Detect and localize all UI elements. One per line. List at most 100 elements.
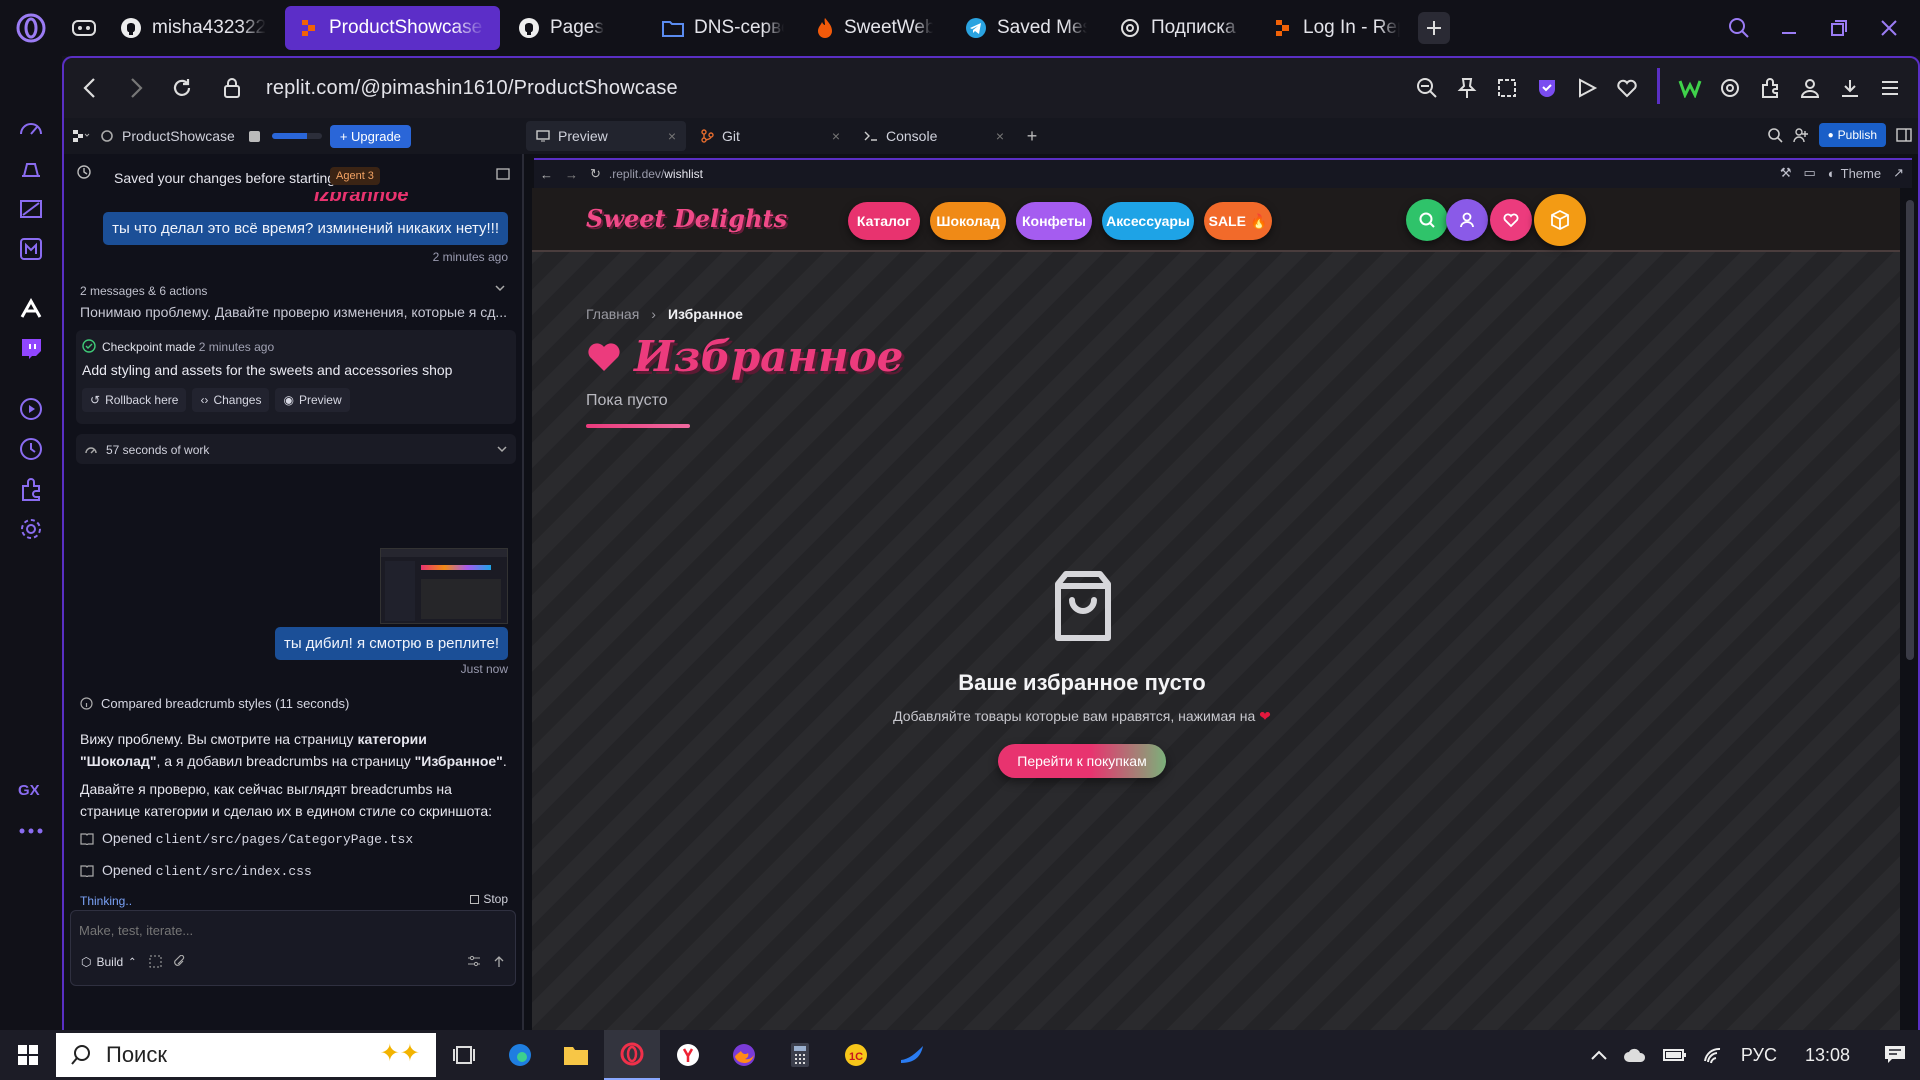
nav-candies[interactable]: Конфеты xyxy=(1016,202,1092,240)
opened-file-row[interactable]: Opened client/src/index.css xyxy=(80,862,312,879)
workspace-icon[interactable] xyxy=(14,152,48,186)
shield-icon[interactable] xyxy=(1531,68,1563,108)
rollback-button[interactable]: ↺ Rollback here xyxy=(82,388,187,412)
project-name[interactable]: ProductShowcase xyxy=(122,128,235,144)
opera-gx-logo-icon[interactable] xyxy=(0,0,62,56)
zoom-out-icon[interactable] xyxy=(1411,68,1443,108)
history-clock-icon[interactable] xyxy=(14,432,48,466)
select-element-icon[interactable] xyxy=(149,955,162,968)
nav-catalog[interactable]: Каталог xyxy=(848,202,920,240)
preview-forward-icon[interactable]: → xyxy=(565,167,578,182)
mail-m-icon[interactable] xyxy=(14,232,48,266)
build-mode-button[interactable]: ⬡ Build ⌃ xyxy=(81,955,137,969)
notifications-icon[interactable] xyxy=(1884,1045,1906,1065)
preview-back-icon[interactable]: ← xyxy=(540,167,553,182)
browser-tab-telegram[interactable]: Saved Messages xyxy=(951,6,1101,50)
minimize-icon[interactable] xyxy=(1768,8,1810,48)
action-compared-row[interactable]: Compared breadcrumb styles (11 seconds) xyxy=(80,696,349,711)
search-icon[interactable] xyxy=(1406,199,1448,241)
tab-git[interactable]: Git × xyxy=(690,121,850,151)
site-logo[interactable]: Sweet Delights xyxy=(586,204,787,233)
settings-gear-icon[interactable] xyxy=(14,512,48,546)
opened-file-row[interactable]: Opened client/src/pages/CategoryPage.tsx xyxy=(80,830,413,847)
preview-checkpoint-button[interactable]: ◉ Preview xyxy=(275,388,350,412)
w-extension-icon[interactable] xyxy=(1674,68,1706,108)
replit-menu-icon[interactable] xyxy=(64,118,98,154)
twitch-icon[interactable] xyxy=(14,332,48,366)
lock-icon[interactable] xyxy=(212,68,252,108)
browser-tab-pages[interactable]: Pages xyxy=(504,6,644,50)
browser-tab-replit-login[interactable]: Log In - Replit xyxy=(1259,6,1414,50)
devtools-wrench-icon[interactable]: ⚒ xyxy=(1780,165,1792,181)
wifi-icon[interactable] xyxy=(1703,1046,1725,1064)
preview-url[interactable]: .replit.dev/wishlist xyxy=(609,167,703,181)
stop-button[interactable]: Stop xyxy=(470,892,508,906)
new-tab-plus-icon[interactable] xyxy=(1418,12,1450,44)
browser-tab-github[interactable]: misha432322 xyxy=(106,6,281,50)
restore-icon[interactable] xyxy=(1818,8,1860,48)
send-icon[interactable] xyxy=(1571,68,1603,108)
1c-icon[interactable]: 1C xyxy=(828,1030,884,1080)
nav-sale[interactable]: SALE 🔥 xyxy=(1204,202,1272,240)
nav-accessories[interactable]: Аксессуары xyxy=(1102,202,1194,240)
work-duration-row[interactable]: 57 seconds of work xyxy=(76,434,516,464)
preview-reload-icon[interactable]: ↻ xyxy=(590,166,601,182)
tab-preview[interactable]: Preview × xyxy=(526,121,686,151)
calculator-icon[interactable] xyxy=(772,1030,828,1080)
search-icon[interactable] xyxy=(1767,127,1783,143)
favorites-heart-icon[interactable] xyxy=(1490,199,1532,241)
snapshot-icon[interactable] xyxy=(1491,68,1523,108)
close-icon[interactable] xyxy=(1868,8,1910,48)
add-tab-plus-icon[interactable]: + xyxy=(1018,121,1046,151)
collapsed-actions-title[interactable]: 2 messages & 6 actions xyxy=(80,284,207,298)
yandex-browser-icon[interactable] xyxy=(660,1030,716,1080)
history-icon[interactable] xyxy=(76,164,92,180)
user-icon[interactable] xyxy=(1446,199,1488,241)
download-icon[interactable] xyxy=(1834,68,1866,108)
close-tab-icon[interactable]: × xyxy=(832,128,840,144)
settings-sliders-icon[interactable] xyxy=(467,955,481,967)
puzzle-icon[interactable] xyxy=(1754,68,1786,108)
file-explorer-icon[interactable] xyxy=(548,1030,604,1080)
browser-tab-openai[interactable]: Подписка КС xyxy=(1105,6,1255,50)
theme-button[interactable]: ◐ Theme xyxy=(1828,166,1881,181)
app-swoosh-icon[interactable] xyxy=(884,1030,940,1080)
upgrade-button[interactable]: + Upgrade xyxy=(329,124,411,148)
chevron-down-icon[interactable] xyxy=(494,282,506,294)
gx-label[interactable]: GX xyxy=(18,782,40,799)
gamepad-icon[interactable] xyxy=(62,0,106,56)
menu-icon[interactable] xyxy=(1874,68,1906,108)
cart-box-icon[interactable] xyxy=(1534,194,1586,246)
breadcrumb-home[interactable]: Главная xyxy=(586,306,639,322)
aria-ai-icon[interactable] xyxy=(14,292,48,326)
profile-icon[interactable] xyxy=(1794,68,1826,108)
forward-arrow-icon[interactable] xyxy=(116,68,156,108)
devices-icon[interactable]: ▭ xyxy=(1803,165,1815,181)
invite-user-icon[interactable] xyxy=(1792,127,1809,143)
attach-paperclip-icon[interactable] xyxy=(173,955,186,968)
task-view-icon[interactable] xyxy=(436,1030,492,1080)
language-indicator[interactable]: РУС xyxy=(1741,1045,1777,1066)
changes-button[interactable]: ‹› Changes xyxy=(192,388,270,412)
player-icon[interactable] xyxy=(14,392,48,426)
stop-square-icon[interactable] xyxy=(248,130,260,142)
tab-console[interactable]: Console × xyxy=(854,121,1014,151)
send-arrow-up-icon[interactable] xyxy=(493,955,505,968)
back-arrow-icon[interactable] xyxy=(70,68,110,108)
battery-icon[interactable] xyxy=(1662,1047,1687,1063)
preview-scrollbar[interactable] xyxy=(1906,200,1914,660)
mod-editor-icon[interactable] xyxy=(14,192,48,226)
url-text[interactable]: replit.com/@pimashin1610/ProductShowcase xyxy=(266,77,678,100)
open-external-icon[interactable]: ↗ xyxy=(1893,165,1904,181)
browser-tab-replit-active[interactable]: ProductShowcase - Replit xyxy=(285,6,500,50)
close-tab-icon[interactable]: × xyxy=(668,128,676,144)
extensions-icon[interactable] xyxy=(14,472,48,506)
search-tabs-icon[interactable] xyxy=(1718,8,1760,48)
more-dots-icon[interactable] xyxy=(14,814,48,848)
clock-time[interactable]: 13:08 xyxy=(1805,1045,1850,1066)
pin-icon[interactable] xyxy=(1451,68,1483,108)
edge-icon[interactable] xyxy=(492,1030,548,1080)
chevron-up-icon[interactable] xyxy=(1591,1050,1607,1060)
attached-screenshot-thumbnail[interactable] xyxy=(380,548,508,624)
speedometer-icon[interactable] xyxy=(14,112,48,146)
